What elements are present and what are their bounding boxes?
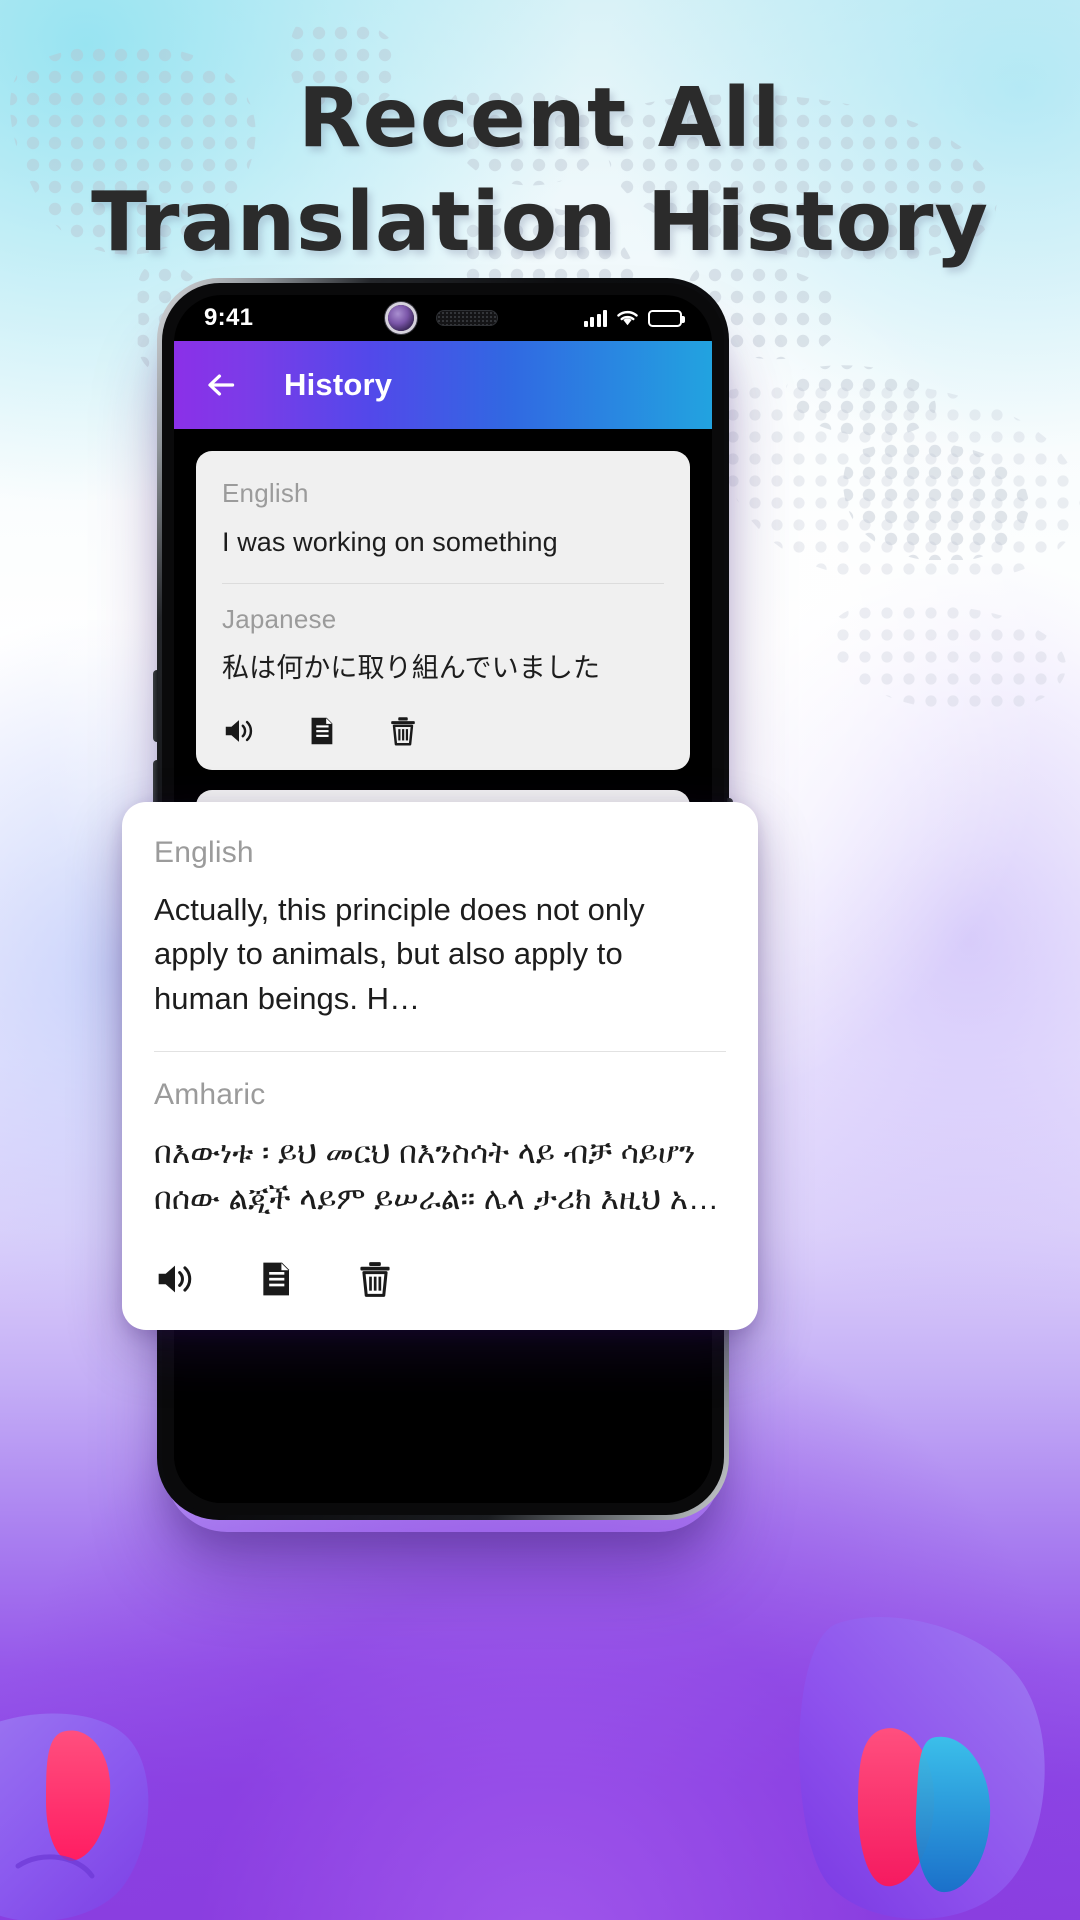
card-divider: [222, 583, 664, 585]
dotted-map-accent-icon: [700, 360, 1080, 720]
target-language-label: Amharic: [154, 1077, 266, 1111]
wifi-icon: [617, 310, 638, 326]
app-bar-title: History: [284, 367, 393, 402]
target-text: በእውነቱ ፡ ይህ መርህ በእንስሳት ላይ ብቻ ሳይሆን በሰው ልጂች…: [154, 1134, 719, 1216]
source-language-label: English: [222, 478, 309, 508]
copy-icon[interactable]: [304, 714, 338, 748]
target-text: 私は何かに取り組んでいました: [222, 653, 601, 684]
source-text: Actually, this principle does not only a…: [154, 892, 645, 1016]
card-actions: [154, 1258, 726, 1306]
source-language-label: English: [154, 836, 254, 869]
battery-icon: [648, 309, 685, 327]
copy-icon[interactable]: [254, 1258, 296, 1300]
app-bar: History: [174, 341, 712, 429]
volume-up-button[interactable]: [153, 670, 158, 742]
trash-icon[interactable]: [386, 714, 420, 748]
signal-bars-icon: [583, 309, 607, 327]
speaker-icon[interactable]: [154, 1258, 196, 1300]
trash-icon[interactable]: [354, 1258, 396, 1300]
status-time: 9:41: [204, 304, 254, 331]
card-actions: [222, 714, 664, 752]
speaker-icon[interactable]: [222, 714, 256, 748]
card-divider: [154, 1050, 726, 1052]
source-text: I was working on something: [222, 527, 558, 557]
highlighted-history-card[interactable]: English Actually, this principle does no…: [122, 802, 758, 1330]
target-language-label: Japanese: [222, 604, 337, 635]
back-arrow-icon[interactable]: [200, 364, 242, 406]
status-icons: [583, 309, 685, 327]
status-bar: 9:41: [174, 295, 712, 341]
history-card[interactable]: English I was working on something Japan…: [196, 451, 690, 770]
